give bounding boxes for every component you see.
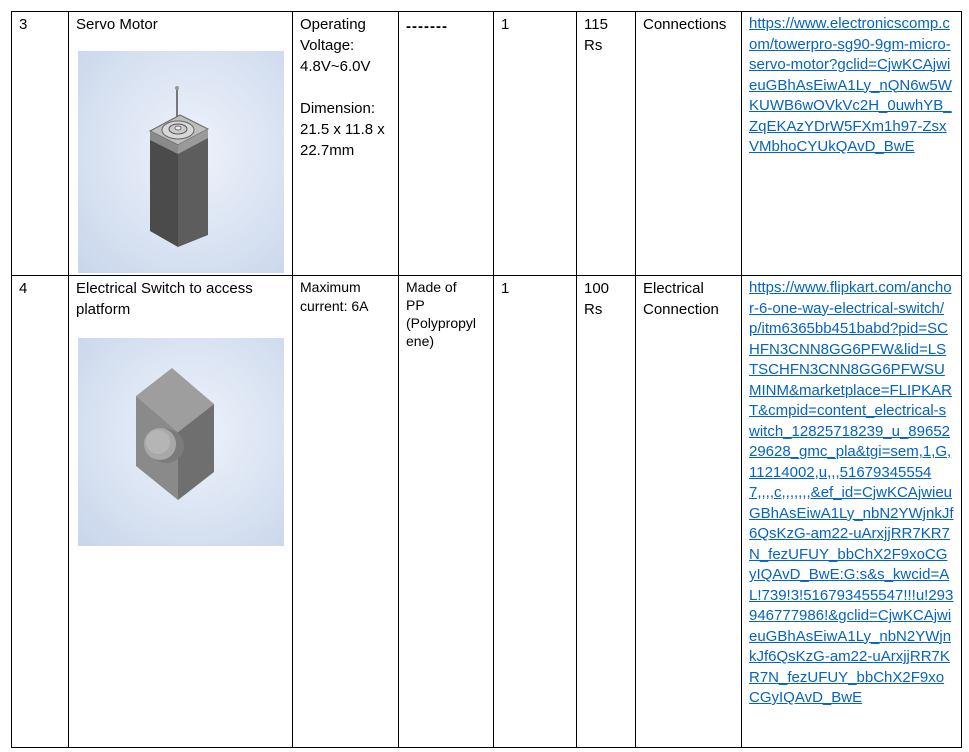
price-unit: Rs: [584, 301, 603, 318]
table-row: 4 Electrical Switch to access platform M…: [11, 275, 962, 748]
row-number: 3: [11, 11, 69, 276]
spec-line: Voltage:: [300, 37, 355, 54]
purpose-cell: Connections: [635, 11, 742, 276]
servo-motor-image: [78, 51, 284, 273]
component-name: Servo Motor: [76, 16, 158, 33]
purpose-line: Electrical: [643, 280, 704, 297]
material-line: PP: [406, 297, 425, 313]
component-name: Electrical Switch to access platform: [76, 280, 253, 318]
spec-line: 21.5 x 11.8 x: [300, 121, 385, 138]
purchase-link[interactable]: https://www.flipkart.com/anchor-6-one-wa…: [749, 278, 954, 709]
specification-cell: Operating Voltage: 4.8V~6.0V Dimension: …: [292, 11, 399, 276]
material-line: Made of: [406, 279, 457, 295]
quantity-cell: 1: [493, 275, 577, 748]
spec-line: Dimension:: [300, 100, 376, 117]
spec-line: 4.8V~6.0V: [300, 58, 371, 75]
link-cell: https://www.flipkart.com/anchor-6-one-wa…: [741, 275, 962, 748]
purpose-line: Connection: [643, 301, 719, 318]
material-cell: -------: [398, 11, 494, 276]
spec-line: current: 6A: [300, 298, 369, 314]
electrical-switch-image: [78, 338, 284, 546]
price-value: 100: [584, 280, 610, 297]
spec-line: Operating: [300, 16, 366, 33]
electrical-switch-icon: [136, 368, 214, 500]
purpose-cell: Electrical Connection: [635, 275, 742, 748]
spec-line: Maximum: [300, 279, 361, 295]
component-cell: Electrical Switch to access platform: [68, 275, 293, 748]
component-cell: Servo Motor: [68, 11, 293, 276]
table-row: 3 Servo Motor Operating Voltage: 4.8V~6.…: [11, 11, 962, 276]
material-placeholder: -------: [406, 18, 448, 35]
price-value: 115: [584, 16, 608, 33]
row-number: 4: [11, 275, 69, 748]
price-cell: 115 Rs: [576, 11, 636, 276]
servo-motor-icon: [148, 86, 210, 247]
material-line: ene): [406, 333, 435, 349]
specification-cell: Maximum current: 6A: [292, 275, 399, 748]
quantity-cell: 1: [493, 11, 577, 276]
material-cell: Made of PP (Polypropyl ene): [398, 275, 494, 748]
price-unit: Rs: [584, 37, 603, 54]
spec-line: 22.7mm: [300, 142, 355, 159]
price-cell: 100 Rs: [576, 275, 636, 748]
components-table: 3 Servo Motor Operating Voltage: 4.8V~6.…: [11, 11, 962, 748]
purchase-link[interactable]: https://www.electronicscomp.com/towerpro…: [749, 14, 954, 158]
material-line: (Polypropyl: [406, 315, 477, 331]
link-cell: https://www.electronicscomp.com/towerpro…: [741, 11, 962, 276]
